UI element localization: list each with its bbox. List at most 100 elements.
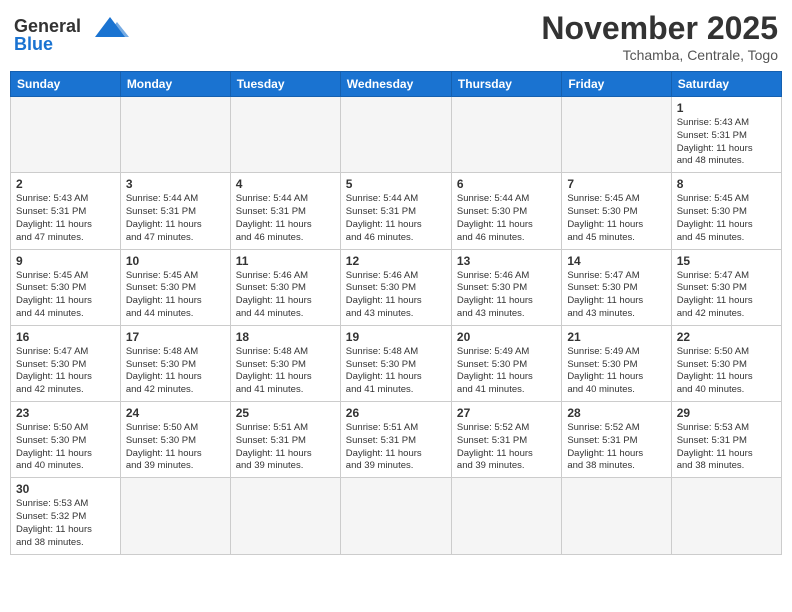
weekday-header-row: SundayMondayTuesdayWednesdayThursdayFrid…	[11, 72, 782, 97]
day-info: Sunrise: 5:43 AMSunset: 5:31 PMDaylight:…	[677, 117, 776, 168]
weekday-header-thursday: Thursday	[451, 72, 561, 97]
day-info: Sunrise: 5:45 AMSunset: 5:30 PMDaylight:…	[567, 193, 665, 244]
day-info: Sunrise: 5:46 AMSunset: 5:30 PMDaylight:…	[457, 270, 556, 321]
calendar-cell: 4Sunrise: 5:44 AMSunset: 5:31 PMDaylight…	[230, 173, 340, 249]
day-info: Sunrise: 5:46 AMSunset: 5:30 PMDaylight:…	[346, 270, 446, 321]
calendar-cell: 5 Sunrise: 5:44 AMSunset: 5:31 PMDaylight…	[340, 173, 451, 249]
calendar-cell	[671, 478, 781, 554]
day-number: 25	[236, 406, 335, 420]
day-number: 18	[236, 330, 335, 344]
calendar-cell: 6 Sunrise: 5:44 AMSunset: 5:30 PMDaylight…	[451, 173, 561, 249]
day-info: Sunrise: 5:50 AMSunset: 5:30 PMDaylight:…	[126, 422, 225, 473]
day-info: Sunrise: 5:47 AMSunset: 5:30 PMDaylight:…	[16, 346, 115, 397]
calendar-cell: 18 Sunrise: 5:48 AMSunset: 5:30 PMDayligh…	[230, 325, 340, 401]
day-number: 1	[677, 101, 776, 115]
day-number: 5	[346, 177, 446, 191]
day-number: 12	[346, 254, 446, 268]
page-header: General Blue November 2025 Tchamba, Cent…	[10, 10, 782, 63]
day-info: Sunrise: 5:47 AMSunset: 5:30 PMDaylight:…	[677, 270, 776, 321]
calendar-cell	[451, 97, 561, 173]
day-number: 21	[567, 330, 665, 344]
weekday-header-sunday: Sunday	[11, 72, 121, 97]
day-number: 3	[126, 177, 225, 191]
calendar-cell: 17Sunrise: 5:48 AMSunset: 5:30 PMDayligh…	[120, 325, 230, 401]
week-row-1: 1 Sunrise: 5:43 AMSunset: 5:31 PMDaylight…	[11, 97, 782, 173]
calendar-cell: 9 Sunrise: 5:45 AMSunset: 5:30 PMDaylight…	[11, 249, 121, 325]
calendar-cell: 3 Sunrise: 5:44 AMSunset: 5:31 PMDaylight…	[120, 173, 230, 249]
day-info: Sunrise: 5:47 AMSunset: 5:30 PMDaylight:…	[567, 270, 665, 321]
calendar-cell	[340, 97, 451, 173]
calendar-cell: 15 Sunrise: 5:47 AMSunset: 5:30 PMDayligh…	[671, 249, 781, 325]
weekday-header-wednesday: Wednesday	[340, 72, 451, 97]
day-info: Sunrise: 5:44 AMSunset: 5:30 PMDaylight:…	[457, 193, 556, 244]
day-number: 23	[16, 406, 115, 420]
calendar-cell: 21 Sunrise: 5:49 AMSunset: 5:30 PMDayligh…	[562, 325, 671, 401]
day-number: 30	[16, 482, 115, 496]
day-number: 19	[346, 330, 446, 344]
day-number: 22	[677, 330, 776, 344]
calendar-cell: 2Sunrise: 5:43 AMSunset: 5:31 PMDaylight…	[11, 173, 121, 249]
day-info: Sunrise: 5:52 AMSunset: 5:31 PMDaylight:…	[567, 422, 665, 473]
calendar-cell: 27Sunrise: 5:52 AMSunset: 5:31 PMDayligh…	[451, 402, 561, 478]
calendar-cell: 11 Sunrise: 5:46 AMSunset: 5:30 PMDayligh…	[230, 249, 340, 325]
day-number: 7	[567, 177, 665, 191]
month-title: November 2025	[541, 10, 778, 47]
day-number: 24	[126, 406, 225, 420]
logo-icon	[85, 12, 135, 42]
location: Tchamba, Centrale, Togo	[541, 47, 778, 63]
week-row-2: 2Sunrise: 5:43 AMSunset: 5:31 PMDaylight…	[11, 173, 782, 249]
calendar-cell	[230, 478, 340, 554]
day-number: 26	[346, 406, 446, 420]
day-info: Sunrise: 5:45 AMSunset: 5:30 PMDaylight:…	[16, 270, 115, 321]
week-row-5: 23 Sunrise: 5:50 AMSunset: 5:30 PMDayligh…	[11, 402, 782, 478]
day-info: Sunrise: 5:46 AMSunset: 5:30 PMDaylight:…	[236, 270, 335, 321]
day-number: 15	[677, 254, 776, 268]
day-info: Sunrise: 5:50 AMSunset: 5:30 PMDaylight:…	[677, 346, 776, 397]
calendar-cell: 10Sunrise: 5:45 AMSunset: 5:30 PMDayligh…	[120, 249, 230, 325]
day-number: 10	[126, 254, 225, 268]
day-info: Sunrise: 5:48 AMSunset: 5:30 PMDaylight:…	[346, 346, 446, 397]
calendar-cell: 12 Sunrise: 5:46 AMSunset: 5:30 PMDayligh…	[340, 249, 451, 325]
weekday-header-saturday: Saturday	[671, 72, 781, 97]
calendar-cell	[120, 97, 230, 173]
week-row-4: 16Sunrise: 5:47 AMSunset: 5:30 PMDayligh…	[11, 325, 782, 401]
calendar-cell	[120, 478, 230, 554]
day-info: Sunrise: 5:49 AMSunset: 5:30 PMDaylight:…	[567, 346, 665, 397]
day-info: Sunrise: 5:45 AMSunset: 5:30 PMDaylight:…	[677, 193, 776, 244]
calendar-cell: 29Sunrise: 5:53 AMSunset: 5:31 PMDayligh…	[671, 402, 781, 478]
calendar-cell: 28 Sunrise: 5:52 AMSunset: 5:31 PMDayligh…	[562, 402, 671, 478]
day-info: Sunrise: 5:51 AMSunset: 5:31 PMDaylight:…	[236, 422, 335, 473]
weekday-header-tuesday: Tuesday	[230, 72, 340, 97]
calendar-cell: 22 Sunrise: 5:50 AMSunset: 5:30 PMDayligh…	[671, 325, 781, 401]
day-number: 20	[457, 330, 556, 344]
day-info: Sunrise: 5:48 AMSunset: 5:30 PMDaylight:…	[236, 346, 335, 397]
calendar-cell: 7 Sunrise: 5:45 AMSunset: 5:30 PMDaylight…	[562, 173, 671, 249]
day-number: 2	[16, 177, 115, 191]
logo: General Blue	[14, 10, 135, 55]
day-info: Sunrise: 5:44 AMSunset: 5:31 PMDaylight:…	[236, 193, 335, 244]
day-number: 28	[567, 406, 665, 420]
calendar-cell	[562, 97, 671, 173]
calendar-cell: 30Sunrise: 5:53 AMSunset: 5:32 PMDayligh…	[11, 478, 121, 554]
day-number: 17	[126, 330, 225, 344]
day-info: Sunrise: 5:49 AMSunset: 5:30 PMDaylight:…	[457, 346, 556, 397]
day-info: Sunrise: 5:44 AMSunset: 5:31 PMDaylight:…	[346, 193, 446, 244]
calendar-cell: 26 Sunrise: 5:51 AMSunset: 5:31 PMDayligh…	[340, 402, 451, 478]
calendar-cell: 16Sunrise: 5:47 AMSunset: 5:30 PMDayligh…	[11, 325, 121, 401]
title-section: November 2025 Tchamba, Centrale, Togo	[541, 10, 778, 63]
weekday-header-friday: Friday	[562, 72, 671, 97]
week-row-3: 9 Sunrise: 5:45 AMSunset: 5:30 PMDaylight…	[11, 249, 782, 325]
day-number: 11	[236, 254, 335, 268]
day-info: Sunrise: 5:51 AMSunset: 5:31 PMDaylight:…	[346, 422, 446, 473]
day-number: 6	[457, 177, 556, 191]
day-number: 9	[16, 254, 115, 268]
calendar-cell: 1 Sunrise: 5:43 AMSunset: 5:31 PMDaylight…	[671, 97, 781, 173]
day-info: Sunrise: 5:44 AMSunset: 5:31 PMDaylight:…	[126, 193, 225, 244]
calendar-cell	[340, 478, 451, 554]
day-number: 27	[457, 406, 556, 420]
calendar-cell: 24 Sunrise: 5:50 AMSunset: 5:30 PMDayligh…	[120, 402, 230, 478]
calendar-cell: 23Sunrise: 5:50 AMSunset: 5:30 PMDayligh…	[11, 402, 121, 478]
calendar-cell: 13Sunrise: 5:46 AMSunset: 5:30 PMDayligh…	[451, 249, 561, 325]
calendar-cell: 19 Sunrise: 5:48 AMSunset: 5:30 PMDayligh…	[340, 325, 451, 401]
calendar-cell: 25 Sunrise: 5:51 AMSunset: 5:31 PMDayligh…	[230, 402, 340, 478]
